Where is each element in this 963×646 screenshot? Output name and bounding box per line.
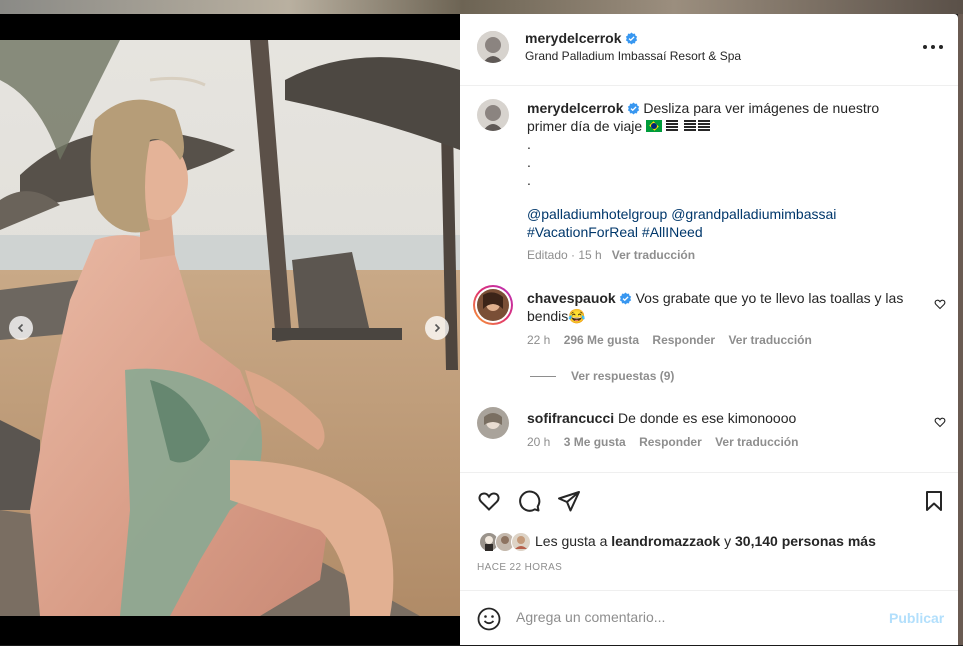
view-replies-button[interactable]: Ver respuestas (9) bbox=[571, 369, 674, 383]
striped-emoji-icon bbox=[666, 120, 711, 131]
caption-dot: . bbox=[527, 136, 531, 152]
chevron-left-icon bbox=[17, 323, 24, 333]
liker-avatars[interactable] bbox=[479, 531, 531, 553]
next-image-button[interactable] bbox=[425, 316, 449, 340]
more-options-button[interactable] bbox=[923, 44, 943, 50]
more-options-icon bbox=[923, 45, 927, 49]
author-username[interactable]: merydelcerrok bbox=[525, 30, 622, 46]
see-translation-link[interactable]: Ver traducción bbox=[728, 333, 811, 347]
caption-avatar[interactable] bbox=[477, 99, 509, 131]
caption-line-1: merydelcerrok Desliza para ver imágenes … bbox=[527, 99, 937, 117]
verified-badge-icon bbox=[625, 32, 637, 45]
more-dot bbox=[939, 45, 943, 49]
post-photo-illustration bbox=[0, 40, 460, 616]
caption-line-2: primer día de viaje bbox=[527, 117, 937, 135]
add-comment-input[interactable] bbox=[516, 609, 846, 625]
likes-prefix: Les gusta a bbox=[535, 533, 608, 549]
previous-image-button[interactable] bbox=[9, 316, 33, 340]
comment-2-line-1: sofifrancucci De donde es ese kimonoooo bbox=[527, 409, 917, 427]
heart-small-icon[interactable] bbox=[934, 416, 946, 428]
caption-dot: . bbox=[527, 154, 531, 170]
caption-body-line-1: Desliza para ver imágenes de nuestro bbox=[643, 100, 880, 116]
comment-avatar-story-ring[interactable] bbox=[473, 285, 513, 325]
author-avatar[interactable] bbox=[477, 31, 509, 63]
more-dot bbox=[931, 45, 935, 49]
background-feed-strip bbox=[0, 0, 963, 14]
post-header: merydelcerrok Grand Palladium Imbassaí R… bbox=[460, 14, 958, 86]
post-details-panel: merydelcerrok Grand Palladium Imbassaí R… bbox=[460, 14, 958, 645]
publish-button[interactable]: Publicar bbox=[889, 610, 944, 626]
verified-badge-icon bbox=[627, 102, 639, 115]
comment-username[interactable]: sofifrancucci bbox=[527, 410, 614, 426]
post-timestamp: HACE 22 HORAS bbox=[477, 562, 563, 573]
caption-mentions: @palladiumhotelgroup @grandpalladiumimba… bbox=[527, 205, 937, 223]
chevron-right-icon bbox=[434, 323, 441, 333]
comment-time: 20 h bbox=[527, 435, 551, 449]
comment-1-line-1: chavespauok Vos grabate que yo te llevo … bbox=[527, 289, 917, 307]
mention-link[interactable]: @palladiumhotelgroup bbox=[527, 206, 667, 222]
comment-text-line-2: bendis😂 bbox=[527, 308, 586, 324]
caption-hashtags: #VacationForReal #AllINeed bbox=[527, 223, 937, 241]
likes-joiner: y bbox=[724, 533, 732, 549]
heart-small-icon[interactable] bbox=[934, 298, 946, 310]
emoji-icon[interactable] bbox=[477, 607, 501, 631]
verified-badge-icon bbox=[619, 292, 631, 305]
liker-avatars-image bbox=[479, 532, 531, 552]
post-image bbox=[0, 40, 460, 616]
comments-section: merydelcerrok Desliza para ver imágenes … bbox=[460, 86, 958, 472]
likes-summary: Les gusta a leandromazzaok y 30,140 pers… bbox=[535, 533, 876, 549]
see-translation-link[interactable]: Ver traducción bbox=[612, 248, 695, 262]
reply-button[interactable]: Responder bbox=[639, 435, 702, 449]
comment-likes-count[interactable]: 3 Me gusta bbox=[564, 435, 626, 449]
mention-link[interactable]: @grandpalladiumimbassai bbox=[671, 206, 836, 222]
avatar-image bbox=[477, 31, 509, 63]
comment-text: De donde es ese kimonoooo bbox=[618, 410, 797, 426]
reply-button[interactable]: Responder bbox=[652, 333, 715, 347]
comment-2: sofifrancucci De donde es ese kimonoooo … bbox=[527, 409, 917, 451]
likes-others-link[interactable]: 30,140 personas más bbox=[735, 533, 876, 549]
comment-text-line-1: Vos grabate que yo te llevo las toallas … bbox=[635, 290, 904, 306]
avatar-image bbox=[477, 99, 509, 131]
replies-divider bbox=[530, 376, 556, 377]
like-icon[interactable] bbox=[477, 489, 501, 513]
comment-meta: 22 h 296 Me gusta Responder Ver traducci… bbox=[527, 331, 917, 349]
post-location[interactable]: Grand Palladium Imbassaí Resort & Spa bbox=[525, 49, 741, 63]
comment-likes-count[interactable]: 296 Me gusta bbox=[564, 333, 639, 347]
modal-backdrop-edge bbox=[958, 14, 963, 645]
avatar-image bbox=[477, 407, 509, 439]
comment-1: chavespauok Vos grabate que yo te llevo … bbox=[527, 289, 917, 349]
avatar-image bbox=[477, 289, 509, 321]
hashtag-link[interactable]: #VacationForReal bbox=[527, 224, 638, 240]
caption-dot: . bbox=[527, 172, 531, 188]
caption-body-line-2: primer día de viaje bbox=[527, 118, 643, 134]
comment-avatar[interactable] bbox=[477, 407, 509, 439]
edited-time: Editado · 15 h bbox=[527, 248, 602, 262]
comment-icon[interactable] bbox=[517, 489, 541, 513]
caption-username[interactable]: merydelcerrok bbox=[527, 100, 624, 116]
hashtag-link[interactable]: #AllINeed bbox=[642, 224, 703, 240]
caption-text: merydelcerrok Desliza para ver imágenes … bbox=[527, 99, 937, 264]
comment-time: 22 h bbox=[527, 333, 551, 347]
caption-meta: Editado · 15 h Ver traducción bbox=[527, 246, 937, 264]
comment-meta: 20 h 3 Me gusta Responder Ver traducción bbox=[527, 433, 917, 451]
actions-divider bbox=[460, 472, 958, 473]
author-name-row: merydelcerrok bbox=[525, 30, 638, 48]
add-comment-bar: Publicar bbox=[460, 590, 958, 646]
share-icon[interactable] bbox=[557, 489, 581, 513]
comment-username[interactable]: chavespauok bbox=[527, 290, 616, 306]
liker-username[interactable]: leandromazzaok bbox=[611, 533, 720, 549]
save-icon[interactable] bbox=[922, 489, 946, 513]
brazil-flag-icon bbox=[646, 120, 663, 132]
see-translation-link[interactable]: Ver traducción bbox=[715, 435, 798, 449]
